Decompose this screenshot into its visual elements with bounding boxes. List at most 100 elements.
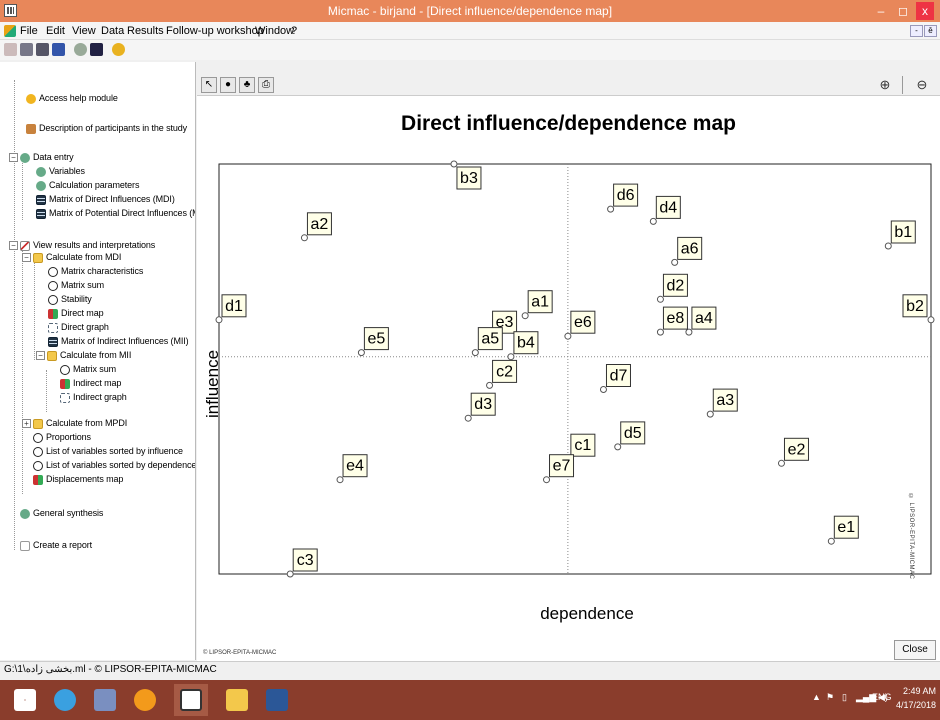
point-marker[interactable] — [336, 476, 344, 484]
tree-item-matrix-characteristics[interactable]: Matrix characteristics — [48, 266, 143, 277]
point-marker[interactable] — [827, 537, 835, 545]
tray-flag-icon[interactable]: ⚑ — [826, 692, 834, 703]
point-marker[interactable] — [671, 258, 679, 266]
taskbar-word[interactable] — [260, 684, 294, 716]
point-marker[interactable] — [777, 459, 785, 467]
help-icon[interactable] — [112, 43, 125, 56]
print-icon[interactable] — [36, 43, 49, 56]
taskbar-file-explorer[interactable] — [220, 684, 254, 716]
point-marker[interactable] — [656, 295, 664, 303]
start-button[interactable] — [8, 684, 42, 716]
point-marker[interactable] — [215, 316, 223, 324]
data-point-e1[interactable]: e1 — [827, 515, 859, 545]
data-point-a6[interactable]: a6 — [671, 236, 703, 266]
menu-window[interactable]: Window — [255, 25, 294, 37]
tree-item-proportions[interactable]: Proportions — [33, 432, 91, 443]
point-marker[interactable] — [564, 332, 572, 340]
tree-item-matrix-sum[interactable]: Matrix sum — [48, 280, 104, 291]
point-marker[interactable] — [614, 443, 622, 451]
tree-item-general-synthesis[interactable]: General synthesis — [20, 508, 103, 519]
settings-icon[interactable] — [74, 43, 87, 56]
tree-item-mii-matrix-sum[interactable]: Matrix sum — [60, 364, 116, 375]
data-point-c3[interactable]: c3 — [286, 548, 318, 578]
data-point-b1[interactable]: b1 — [884, 220, 916, 250]
close-window-button[interactable]: x — [916, 2, 934, 20]
tree-item-calculate-from-mdi[interactable]: Calculate from MDI — [33, 252, 121, 263]
taskbar-media-player[interactable] — [88, 684, 122, 716]
point-marker[interactable] — [927, 316, 935, 324]
data-point-b4[interactable]: b4 — [507, 331, 539, 361]
data-point-e2[interactable]: e2 — [777, 437, 809, 467]
data-point-a5[interactable]: a5 — [471, 327, 503, 357]
menu-help[interactable]: ? — [291, 25, 297, 37]
tree-item-displacements-map[interactable]: Displacements map — [33, 474, 123, 485]
tree-item-indirect-map[interactable]: Indirect map — [60, 378, 121, 389]
tree-item-direct-map[interactable]: Direct map — [48, 308, 104, 319]
data-point-a1[interactable]: a1 — [521, 290, 553, 320]
data-point-b2[interactable]: b2 — [902, 294, 935, 324]
mdi-restore-button[interactable]: ē — [924, 25, 937, 37]
menu-file[interactable]: File — [20, 25, 38, 37]
data-point-d3[interactable]: d3 — [464, 392, 496, 422]
point-marker[interactable] — [607, 205, 615, 213]
menu-view[interactable]: View — [72, 25, 96, 37]
menu-followup-workshop[interactable]: Follow-up workshop — [166, 25, 264, 37]
tree-item-calculate-from-mpdi[interactable]: Calculate from MPDI — [33, 418, 127, 429]
tree-item-calculation-parameters[interactable]: Calculation parameters — [36, 180, 139, 191]
data-point-d4[interactable]: d4 — [649, 195, 681, 225]
data-point-e8[interactable]: e8 — [656, 306, 688, 336]
collapse-data-entry-toggle[interactable]: − — [9, 153, 18, 162]
taskbar-firefox[interactable] — [128, 684, 162, 716]
point-marker[interactable] — [599, 386, 607, 393]
tree-item-calculate-from-mii[interactable]: Calculate from MII — [47, 350, 131, 361]
point-marker[interactable] — [486, 381, 494, 389]
maximize-button[interactable]: ◻ — [894, 2, 912, 20]
data-point-d5[interactable]: d5 — [614, 421, 646, 451]
data-point-e6[interactable]: e6 — [564, 310, 596, 340]
point-marker[interactable] — [685, 328, 693, 336]
mdi-minimize-button[interactable]: - — [910, 25, 923, 37]
collapse-view-results-toggle[interactable]: − — [9, 241, 18, 250]
tree-item-stability[interactable]: Stability — [48, 294, 92, 305]
expand-calc-mpdi-toggle[interactable]: + — [22, 419, 31, 428]
data-point-e7[interactable]: e7 — [543, 454, 575, 484]
menu-results[interactable]: Results — [127, 25, 164, 37]
point-marker[interactable] — [706, 410, 714, 418]
pencil-icon[interactable] — [4, 43, 17, 56]
data-point-a2[interactable]: a2 — [300, 212, 332, 242]
point-marker[interactable] — [884, 242, 892, 250]
taskbar-internet-explorer[interactable] — [48, 684, 82, 716]
data-point-b3[interactable]: b3 — [450, 160, 482, 190]
point-marker[interactable] — [656, 328, 664, 336]
tray-chevron-icon[interactable]: ▲ — [812, 692, 821, 702]
document-menu-icon[interactable] — [4, 25, 16, 37]
close-map-button[interactable]: Close — [894, 640, 936, 660]
data-point-c2[interactable]: c2 — [486, 359, 518, 389]
save-icon[interactable] — [52, 43, 65, 56]
point-marker[interactable] — [543, 476, 551, 484]
point-marker[interactable] — [521, 312, 529, 320]
tree-item-sorted-by-dependence[interactable]: List of variables sorted by dependence — [33, 460, 195, 471]
tree-item-indirect-graph[interactable]: Indirect graph — [60, 392, 127, 403]
data-point-e4[interactable]: e4 — [336, 454, 368, 484]
menu-data[interactable]: Data — [101, 25, 124, 37]
collapse-calc-mii-toggle[interactable]: − — [36, 351, 45, 360]
point-marker[interactable] — [464, 414, 472, 422]
tree-item-participants[interactable]: Description of participants in the study — [26, 123, 187, 134]
data-point-d6[interactable]: d6 — [607, 183, 639, 213]
taskbar-clock[interactable]: 2:49 AM 4/17/2018 — [892, 684, 936, 712]
tree-item-sorted-by-influence[interactable]: List of variables sorted by influence — [33, 446, 183, 457]
tree-item-variables[interactable]: Variables — [36, 166, 85, 177]
minimize-button[interactable]: – — [872, 2, 890, 20]
tree-item-view-results[interactable]: View results and interpretations — [20, 240, 155, 251]
tray-battery-icon[interactable]: ▯ — [842, 692, 847, 703]
menu-edit[interactable]: Edit — [46, 25, 65, 37]
collapse-calc-mdi-toggle[interactable]: − — [22, 253, 31, 262]
folder-icon[interactable] — [20, 43, 33, 56]
data-point-d2[interactable]: d2 — [656, 273, 688, 303]
point-marker[interactable] — [471, 349, 479, 357]
point-marker[interactable] — [286, 570, 294, 578]
tree-item-mdi[interactable]: Matrix of Direct Influences (MDI) — [36, 194, 175, 205]
point-marker[interactable] — [357, 349, 365, 357]
data-point-d7[interactable]: d7 — [599, 364, 631, 393]
